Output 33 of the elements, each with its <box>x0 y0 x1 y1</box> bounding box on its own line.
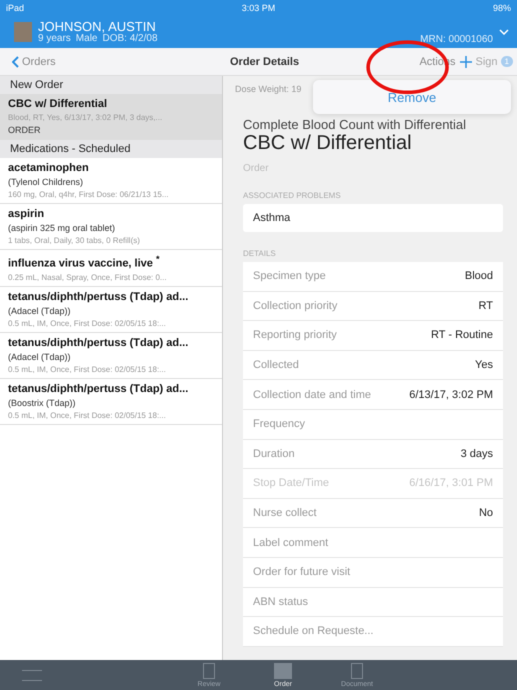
order-full-name: Complete Blood Count with Differential <box>243 117 468 132</box>
chevron-down-icon[interactable] <box>499 29 509 35</box>
order-item[interactable]: tetanus/diphth/pertuss (Tdap) ad... (Boostrix (Tdap)) 0.5 mL, IM, Once, First Dose: 02/05/15 18:... <box>0 378 222 425</box>
order-name: CBC w/ Differential <box>243 132 413 155</box>
chevron-left-icon <box>12 56 19 68</box>
order-item[interactable]: tetanus/diphth/pertuss (Tdap) ad... (Adacel (Tdap)) 0.5 mL, IM, Once, First Dose: 02/05/15 18:... <box>0 286 222 333</box>
detail-row[interactable]: Specimen type Blood <box>243 262 503 292</box>
detail-row[interactable]: Reporting priority RT - Routine <box>243 321 503 351</box>
detail-row[interactable]: Nurse collect No <box>243 498 503 528</box>
patient-sex: Male <box>76 33 98 44</box>
plus-icon[interactable] <box>460 56 472 68</box>
dose-weight: Dose Weight: 19 <box>234 83 302 96</box>
detail-row[interactable]: Duration 3 days <box>243 440 503 470</box>
photo-placeholder <box>14 22 32 42</box>
detail-row[interactable]: Collection priority RT <box>243 292 503 322</box>
order-item[interactable]: tetanus/diphth/pertuss (Tdap) ad... (Adacel (Tdap)) 0.5 mL, IM, Once, First Dose: 02/05/15 18:... <box>0 332 222 379</box>
section-header: New Order <box>0 76 222 94</box>
nav-title: Order Details <box>230 56 300 68</box>
patient-mrn: MRN: 00001060 <box>420 34 493 45</box>
detail-row[interactable]: Collected Yes <box>243 350 503 380</box>
battery-label: 98% <box>492 3 511 13</box>
section-header: Medications - Scheduled <box>0 140 222 158</box>
detail-row[interactable]: Collection date and time 6/13/17, 3:02 PM <box>243 380 503 410</box>
device-label: iPad <box>6 3 24 13</box>
patient-dob: DOB: 4/2/08 <box>102 33 158 44</box>
section-label: ASSOCIATED PROBLEMS <box>243 191 342 200</box>
patient-age: 9 years <box>38 33 71 44</box>
order-item[interactable]: CBC w/ Differential Blood, RT, Yes, 6/13/17, 3:02 PM, 3 days,... ORDER <box>0 94 222 140</box>
patient-name: JOHNSON, AUSTIN <box>38 20 156 33</box>
clock: 3:03 PM <box>242 3 276 13</box>
problem-item[interactable]: Asthma <box>243 204 503 232</box>
section-label: DETAILS <box>243 249 277 258</box>
menu-icon[interactable] <box>22 670 42 680</box>
